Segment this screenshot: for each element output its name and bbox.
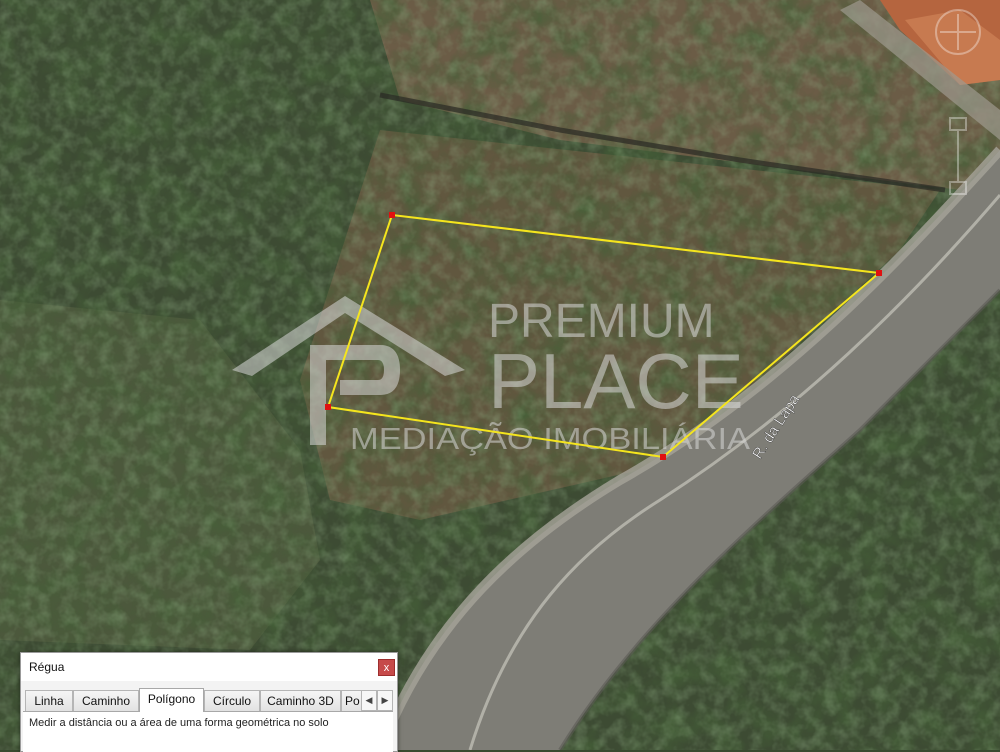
tab-linha[interactable]: Linha: [25, 690, 73, 711]
tab-caminho[interactable]: Caminho: [73, 690, 139, 711]
ruler-title: Régua: [29, 660, 65, 674]
ruler-description: Medir a distância ou a área de uma forma…: [29, 717, 329, 729]
tab-caminho-3d[interactable]: Caminho 3D: [260, 690, 341, 711]
tab-poligono[interactable]: Polígono: [139, 688, 204, 712]
polygon-vertex[interactable]: [660, 454, 666, 460]
polygon-vertex[interactable]: [876, 270, 882, 276]
tab-scroll-left-icon[interactable]: ◀: [361, 690, 377, 711]
close-button[interactable]: x: [378, 659, 395, 676]
tab-truncated[interactable]: Po: [341, 690, 363, 711]
ruler-titlebar[interactable]: Régua x: [21, 653, 397, 681]
satellite-map[interactable]: PREMIUM PLACE MEDIAÇÃO IMOBILIÁRIA R. da…: [0, 0, 1000, 750]
tab-scroll-right-icon[interactable]: ▶: [377, 690, 393, 711]
ruler-dialog[interactable]: Régua x Linha Caminho Polígono Círculo C…: [20, 652, 398, 752]
watermark-line3: MEDIAÇÃO IMOBILIÁRIA: [350, 421, 750, 456]
polygon-vertex[interactable]: [325, 404, 331, 410]
polygon-vertex[interactable]: [389, 212, 395, 218]
ruler-tab-panel: Medir a distância ou a área de uma forma…: [23, 711, 393, 752]
watermark-line2: PLACE: [488, 337, 744, 425]
ruler-tabs: Linha Caminho Polígono Círculo Caminho 3…: [25, 688, 393, 712]
tab-circulo[interactable]: Círculo: [204, 690, 260, 711]
watermark-p-stem: [310, 345, 326, 445]
